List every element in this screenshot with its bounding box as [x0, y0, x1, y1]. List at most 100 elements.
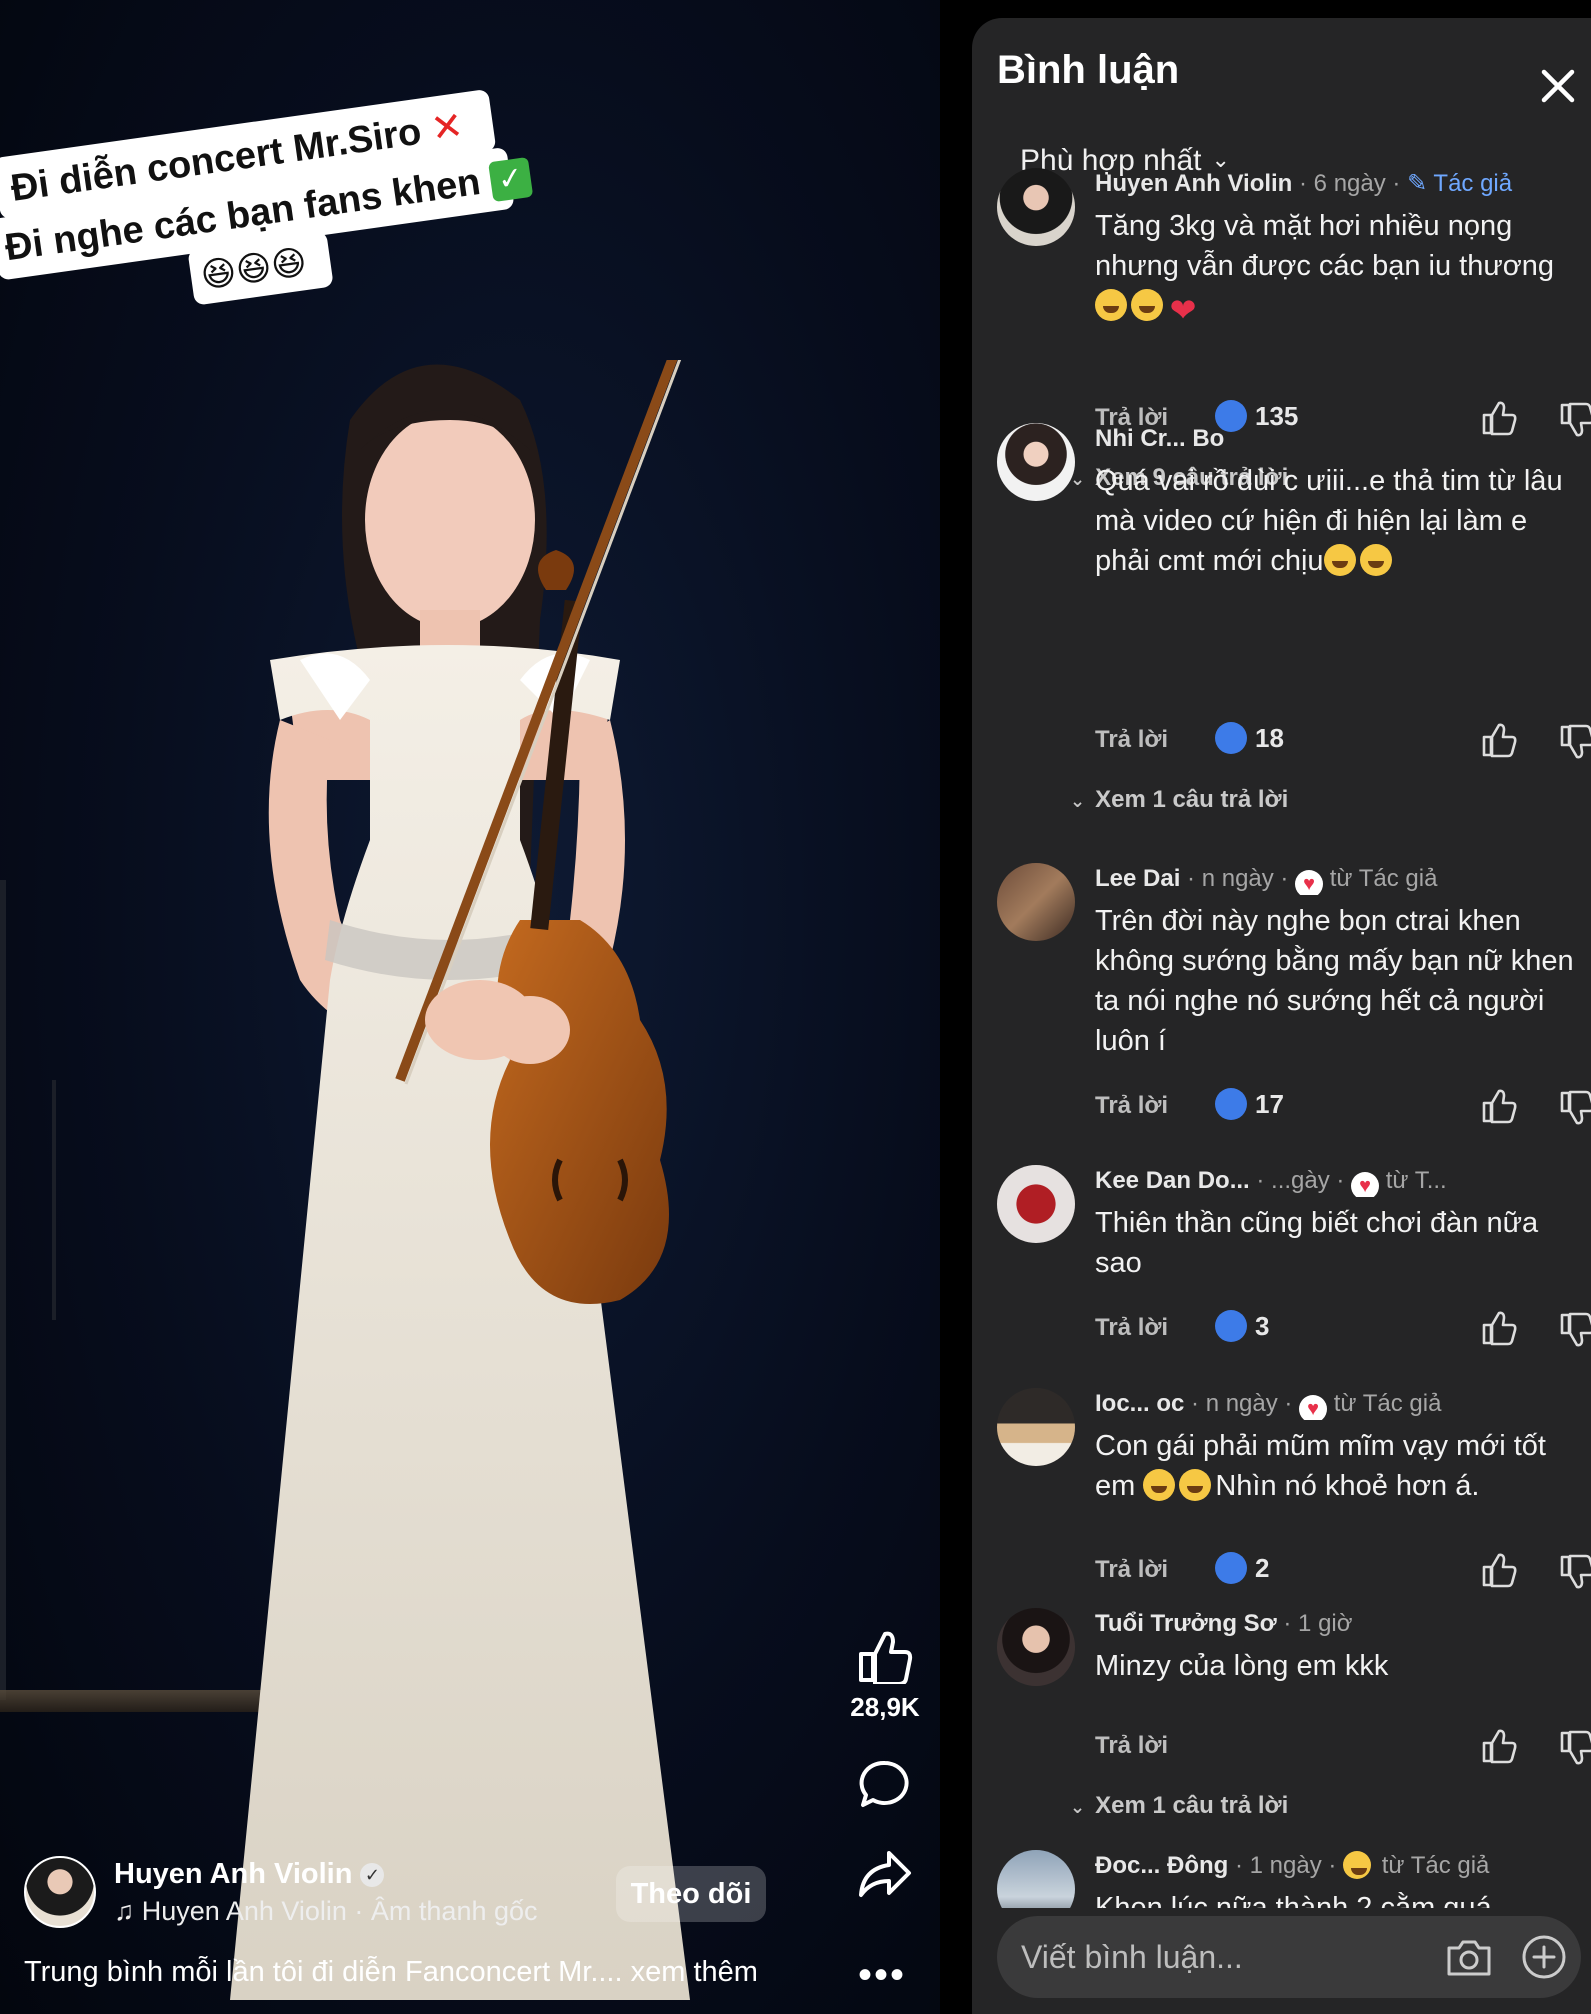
- like-count: 18: [1215, 722, 1284, 754]
- comment-actions: Trả lời 3: [1095, 1310, 1591, 1350]
- comment-meta: · 1 ngày ·: [1228, 1852, 1344, 1879]
- commenter-avatar[interactable]: [997, 1388, 1075, 1466]
- commenter-name[interactable]: Kee Dan Do...: [1095, 1167, 1250, 1194]
- comment-text: Minzy của lòng em kkk: [1095, 1650, 1389, 1682]
- view-replies-button[interactable]: ⌄ Xem 1 câu trả lời: [1070, 1792, 1288, 1820]
- grinning-emoji-icon: [1179, 1469, 1212, 1501]
- comment-meta: · n ngày ·: [1180, 865, 1296, 892]
- grinning-emoji-icon: [1143, 1469, 1176, 1501]
- author-avatar[interactable]: [24, 1856, 96, 1928]
- more-options-button[interactable]: •••: [858, 1955, 906, 1995]
- commenter-avatar[interactable]: [997, 168, 1075, 246]
- follow-button[interactable]: Theo dõi: [616, 1866, 766, 1922]
- comment-text: Khen lúc nữa thành 2 cằm quá: [1095, 1892, 1492, 1908]
- like-count: 17: [1215, 1088, 1284, 1120]
- sneezing-emoji-icon: [1359, 544, 1392, 576]
- commenter-name[interactable]: Đoc... Đông: [1095, 1852, 1228, 1879]
- music-line[interactable]: ♫ Huyen Anh Violin · Âm thanh gốc: [114, 1896, 538, 1927]
- comment-header: Huyen Anh Violin · 6 ngày · ✎ Tác giả: [1095, 168, 1585, 200]
- like-count: 2: [1215, 1552, 1269, 1584]
- thumb-down-icon[interactable]: [1559, 1312, 1591, 1348]
- like-count: 28,9K: [850, 1692, 920, 1722]
- reply-button[interactable]: Trả lời: [1095, 1092, 1168, 1120]
- music-note-icon: ♫: [114, 1896, 135, 1926]
- thumb-up-icon[interactable]: [1481, 1728, 1517, 1764]
- chevron-down-icon: ⌄: [1070, 1797, 1086, 1817]
- author-liked-label: từ Tác giả: [1333, 1390, 1442, 1417]
- crying-emoji-icon: [1095, 289, 1127, 321]
- reply-button[interactable]: Trả lời: [1095, 1314, 1168, 1342]
- thumb-down-icon[interactable]: [1559, 1730, 1591, 1766]
- thumb-up-icon[interactable]: [1481, 722, 1517, 758]
- comment-header: Kee Dan Do... · ...gày · ♥ từ T...: [1095, 1165, 1585, 1197]
- text-sticker: Đi diễn concert Mr.Siro ✕ Đi nghe các bạ…: [0, 65, 541, 328]
- comment-actions: Trả lời 17: [1095, 1088, 1591, 1128]
- comment-actions: Trả lời: [1095, 1728, 1591, 1768]
- comment-input[interactable]: [1021, 1932, 1421, 1982]
- view-replies-button[interactable]: ⌄ Xem 1 câu trả lời: [1070, 786, 1288, 814]
- comment-meta: · 1 giờ: [1276, 1610, 1353, 1637]
- author-name[interactable]: Huyen Anh Violin: [114, 1858, 352, 1890]
- thumb-down-icon[interactable]: [1559, 1554, 1591, 1590]
- verified-icon: ✓: [360, 1863, 385, 1888]
- thumb-down-icon[interactable]: [1559, 1090, 1591, 1126]
- commenter-avatar[interactable]: [997, 1165, 1075, 1243]
- check-mark-icon: ✓: [487, 156, 534, 203]
- reply-button[interactable]: Trả lời: [1095, 1732, 1168, 1760]
- commenter-avatar[interactable]: [997, 1608, 1075, 1686]
- comments-panel: Bình luận Phù hợp nhất ⌄ Huyen Anh Violin…: [972, 18, 1591, 2014]
- music-label: Huyen Anh Violin · Âm thanh gốc: [141, 1896, 538, 1926]
- heart-emoji-icon: ❤: [1169, 292, 1197, 328]
- reply-button[interactable]: Trả lời: [1095, 1556, 1168, 1584]
- thumb-up-icon[interactable]: [1481, 1088, 1517, 1124]
- see-more-link[interactable]: xem thêm: [631, 1956, 758, 1988]
- like-icon[interactable]: [857, 1630, 913, 1684]
- comment-text: Trên đời này nghe bọn ctrai khen không s…: [1095, 905, 1574, 1057]
- close-icon[interactable]: [1538, 66, 1578, 106]
- stage-pole: [52, 1080, 56, 1320]
- commenter-name[interactable]: Ioc... oc: [1095, 1390, 1184, 1417]
- plus-icon[interactable]: [1521, 1934, 1567, 1980]
- camera-icon[interactable]: [1445, 1936, 1493, 1978]
- commenter-name[interactable]: Huyen Anh Violin: [1095, 170, 1292, 197]
- comment-header: Ioc... oc · n ngày · ♥ từ Tác giả: [1095, 1388, 1585, 1420]
- heart-badge-icon: ♥: [1295, 870, 1324, 895]
- commenter-avatar[interactable]: [997, 1850, 1075, 1908]
- reply-button[interactable]: Trả lời: [1095, 726, 1168, 754]
- video-player[interactable]: Đi diễn concert Mr.Siro ✕ Đi nghe các bạ…: [0, 0, 940, 2014]
- comment-actions: Trả lời 18: [1095, 722, 1591, 762]
- author-row: Huyen Anh Violin ✓ ♫ Huyen Anh Violin · Â…: [24, 1856, 940, 1936]
- grinning-emoji-icon: [1343, 1851, 1372, 1879]
- thumb-up-icon[interactable]: [1481, 1552, 1517, 1588]
- like-badge-icon: [1215, 1552, 1247, 1584]
- thumb-up-icon[interactable]: [1481, 1310, 1517, 1346]
- comment-text: Thiên thần cũng biết chơi đàn nữa sao: [1095, 1207, 1539, 1279]
- comment-actions: Trả lời 2: [1095, 1552, 1591, 1592]
- comment-header: Tuổi Trưởng Sơ · 1 giờ: [1095, 1608, 1585, 1640]
- video-caption[interactable]: Trung bình mỗi lần tôi đi diễn Fanconcer…: [24, 1956, 824, 1989]
- comment-header: Đoc... Đông · 1 ngày · từ Tác giả: [1095, 1850, 1585, 1882]
- like-badge-icon: [1215, 1088, 1247, 1120]
- commenter-name[interactable]: Lee Dai: [1095, 865, 1180, 892]
- comment-text: Tăng 3kg và mặt hơi nhiều nọng nhưng vẫn…: [1095, 210, 1555, 328]
- cross-mark-icon: ✕: [428, 104, 466, 151]
- commenter-name[interactable]: Nhi Cr... Bo: [1095, 425, 1224, 452]
- comment-icon[interactable]: [857, 1757, 913, 1813]
- caption-text: Trung bình mỗi lần tôi đi diễn Fanconcer…: [24, 1956, 623, 1988]
- author-name-container[interactable]: Huyen Anh Violin ✓: [114, 1858, 385, 1891]
- chevron-down-icon: ⌄: [1070, 791, 1086, 811]
- heart-badge-icon: ♥: [1299, 1395, 1328, 1420]
- commenter-name[interactable]: Tuổi Trưởng Sơ: [1095, 1610, 1277, 1637]
- author-liked-label: từ T...: [1385, 1167, 1447, 1194]
- commenter-avatar[interactable]: [997, 863, 1075, 941]
- like-badge-icon: [1215, 1310, 1247, 1342]
- comment-meta: · n ngày ·: [1184, 1390, 1300, 1417]
- comment-item: Đoc... Đông · 1 ngày · từ Tác giả Khen l…: [997, 1850, 1591, 1908]
- thumb-down-icon[interactable]: [1559, 724, 1591, 760]
- comment-text: Con gái phải mũm mĩm vạy mới tốt em Nhìn…: [1095, 1430, 1546, 1502]
- comment-header: Nhi Cr... Bo: [1095, 423, 1585, 455]
- comment-text: Quá vai rồ dùi c ưiii...e thả tim từ lâu…: [1095, 465, 1563, 577]
- stage-pole: [0, 880, 6, 1700]
- commenter-avatar[interactable]: [997, 423, 1075, 501]
- like-badge-icon: [1215, 722, 1247, 754]
